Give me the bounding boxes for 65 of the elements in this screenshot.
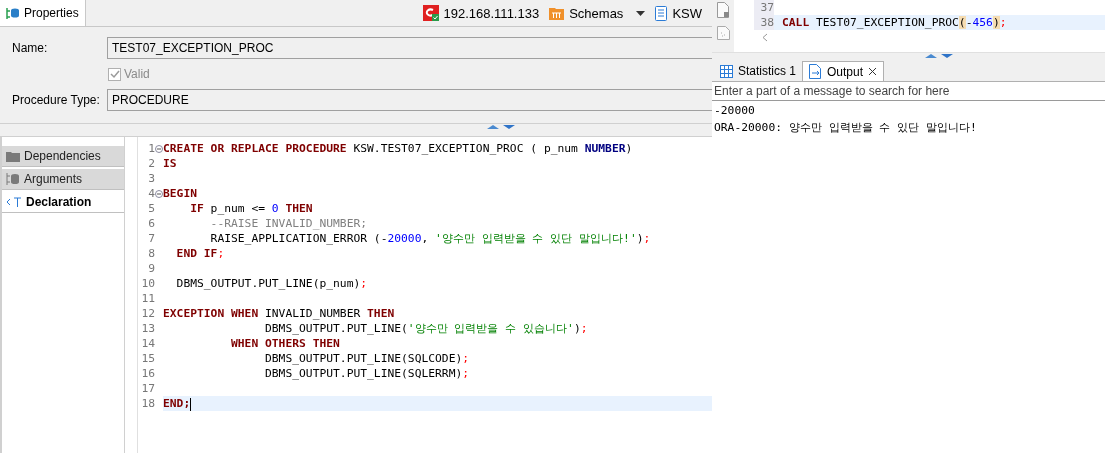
side-tab[interactable]: Arguments (2, 169, 124, 190)
properties-tab[interactable]: Properties (0, 0, 86, 26)
code-line: EXCEPTION WHEN INVALID_NUMBER THEN (163, 306, 396, 321)
name-field[interactable]: TEST07_EXCEPTION_PROC (107, 37, 712, 59)
schemas-selector[interactable]: Schemas (549, 5, 656, 21)
document-icon (655, 5, 668, 21)
code-line: --RAISE INVALID_NUMBER; (209, 216, 369, 231)
side-tab[interactable]: Dependencies (2, 146, 124, 167)
document-arrow-icon (809, 64, 823, 79)
code-line: DBMS_OUTPUT.PUT_LINE('양수만 입력받을 수 있습니다'); (264, 321, 589, 336)
connection-selector[interactable]: 192.168.111.133 (422, 5, 550, 21)
procedure-type-label: Procedure Type: (12, 93, 101, 107)
code-line: RAISE_APPLICATION_ERROR (-20000, '양수만 입력받을 수 있단 말입니다!'); (209, 231, 652, 246)
code-line: END IF; (175, 246, 226, 261)
output-panel-tab[interactable]: Output (802, 61, 885, 81)
code-line: DBMS_OUTPUT.PUT_LINE(SQLERRM); (264, 366, 471, 381)
folder-grid-icon (549, 6, 565, 20)
schema-selector[interactable]: KSW (655, 5, 712, 21)
name-label: Name: (12, 41, 49, 55)
line-number: 14 (140, 337, 155, 350)
line-number: 9 (147, 262, 155, 275)
locked-file-icon[interactable] (716, 2, 730, 18)
splitter-arrows-icon[interactable] (485, 124, 517, 130)
database-tree-icon (6, 173, 20, 185)
line-number: 11 (140, 292, 155, 305)
line-number: 18 (140, 397, 155, 410)
line-number: 16 (140, 367, 155, 380)
line-number: 8 (147, 247, 155, 260)
dropdown-caret-icon[interactable] (636, 10, 646, 16)
code-tag-icon (6, 196, 22, 208)
database-tree-icon (6, 6, 20, 20)
line-number: 3 (147, 172, 155, 185)
line-number: 2 (147, 157, 155, 170)
code-line: BEGIN (163, 186, 198, 201)
line-number: 1 (147, 142, 155, 155)
line-number: 6 (147, 217, 155, 230)
line-number: 12 (140, 307, 155, 320)
line-number: 10 (140, 277, 155, 290)
grid-icon (720, 64, 733, 78)
line-number: 38 (759, 15, 774, 30)
line-number: 37 (759, 0, 774, 15)
line-number: 4 (147, 187, 155, 200)
line-number: 13 (140, 322, 155, 335)
close-icon[interactable] (868, 67, 878, 76)
output-panel-tab[interactable]: Statistics 1 (714, 61, 803, 81)
fold-icon[interactable] (155, 144, 163, 153)
checkmark-icon (109, 69, 120, 79)
folder-icon (6, 150, 20, 162)
code-line: CREATE OR REPLACE PROCEDURE KSW.TEST07_EXCEPTION_PROC ( p_num NUMBER) (163, 141, 634, 156)
line-number: 5 (147, 202, 155, 215)
fold-icon[interactable] (155, 189, 163, 198)
code-line: DBMS_OUTPUT.PUT_LINE(SQLCODE); (264, 351, 471, 366)
output-line: -20000 (714, 104, 756, 117)
line-number: 7 (147, 232, 155, 245)
code-line: DBMS_OUTPUT.PUT_LINE(p_num); (175, 276, 369, 291)
scroll-left-icon[interactable] (762, 32, 768, 42)
line-number: 17 (140, 382, 155, 395)
database-connection-icon (422, 5, 439, 21)
code-line: IS (163, 156, 178, 171)
code-line: IF p_num <= 0 THEN (189, 201, 314, 216)
file-icon[interactable] (716, 26, 730, 40)
output-line: ORA-20000: 양수만 입력받을 수 있단 말입니다! (714, 120, 978, 135)
procedure-type-field[interactable]: PROCEDURE (107, 89, 712, 111)
line-number: 15 (140, 352, 155, 365)
code-line: WHEN OTHERS THEN (230, 336, 341, 351)
